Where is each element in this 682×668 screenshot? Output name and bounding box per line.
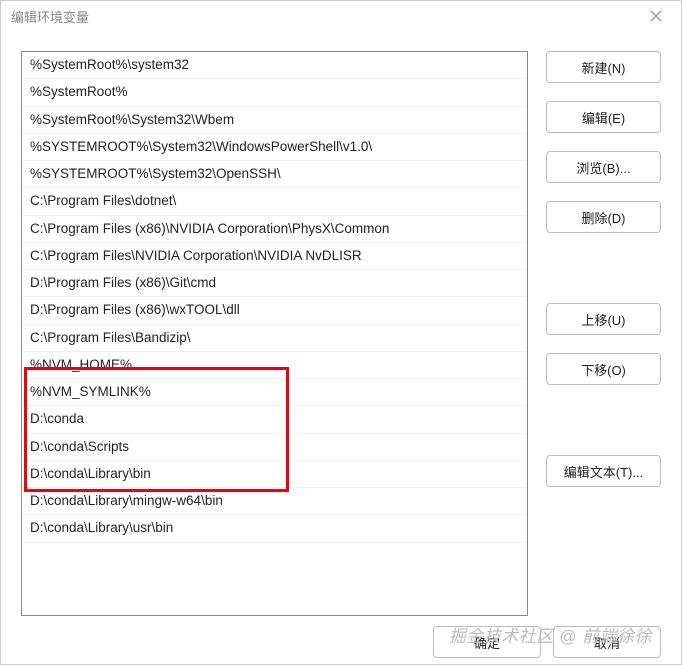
list-item[interactable]: D:\conda bbox=[22, 406, 527, 433]
dialog-content: %SystemRoot%\system32%SystemRoot%%System… bbox=[1, 31, 681, 626]
move-down-button[interactable]: 下移(O) bbox=[546, 353, 661, 385]
list-item[interactable]: D:\conda\Library\mingw-w64\bin bbox=[22, 488, 527, 515]
edit-button[interactable]: 编辑(E) bbox=[546, 101, 661, 133]
dialog-title: 编辑环境变量 bbox=[11, 7, 641, 26]
list-item[interactable]: D:\Program Files (x86)\Git\cmd bbox=[22, 270, 527, 297]
close-icon[interactable] bbox=[641, 1, 671, 31]
list-item[interactable]: D:\Program Files (x86)\wxTOOL\dll bbox=[22, 297, 527, 324]
list-item[interactable]: %NVM_SYMLINK% bbox=[22, 379, 527, 406]
list-item[interactable]: %SYSTEMROOT%\System32\OpenSSH\ bbox=[22, 161, 527, 188]
list-item[interactable]: D:\conda\Library\bin bbox=[22, 461, 527, 488]
cancel-button[interactable]: 取消 bbox=[553, 626, 661, 658]
move-up-button[interactable]: 上移(U) bbox=[546, 303, 661, 335]
ok-button[interactable]: 确定 bbox=[433, 626, 541, 658]
list-item[interactable]: C:\Program Files\Bandizip\ bbox=[22, 325, 527, 352]
list-item[interactable]: %SYSTEMROOT%\System32\WindowsPowerShell\… bbox=[22, 134, 527, 161]
list-item[interactable]: C:\Program Files\dotnet\ bbox=[22, 188, 527, 215]
delete-button[interactable]: 删除(D) bbox=[546, 201, 661, 233]
list-item[interactable]: D:\conda\Scripts bbox=[22, 434, 527, 461]
edit-env-var-dialog: 编辑环境变量 %SystemRoot%\system32%SystemRoot%… bbox=[0, 0, 682, 665]
dialog-footer: 确定 取消 bbox=[1, 626, 681, 668]
path-listbox[interactable]: %SystemRoot%\system32%SystemRoot%%System… bbox=[21, 51, 528, 616]
browse-button[interactable]: 浏览(B)... bbox=[546, 151, 661, 183]
list-item[interactable]: %NVM_HOME% bbox=[22, 352, 527, 379]
list-item[interactable]: %SystemRoot%\System32\Wbem bbox=[22, 107, 527, 134]
list-item[interactable]: %SystemRoot%\system32 bbox=[22, 52, 527, 79]
titlebar: 编辑环境变量 bbox=[1, 1, 681, 31]
list-item[interactable]: C:\Program Files (x86)\NVIDIA Corporatio… bbox=[22, 216, 527, 243]
list-item[interactable]: C:\Program Files\NVIDIA Corporation\NVID… bbox=[22, 243, 527, 270]
edit-text-button[interactable]: 编辑文本(T)... bbox=[546, 455, 661, 487]
side-button-column: 新建(N) 编辑(E) 浏览(B)... 删除(D) 上移(U) 下移(O) 编… bbox=[546, 51, 661, 616]
list-item[interactable]: D:\conda\Library\usr\bin bbox=[22, 515, 527, 542]
list-item[interactable]: %SystemRoot% bbox=[22, 79, 527, 106]
new-button[interactable]: 新建(N) bbox=[546, 51, 661, 83]
